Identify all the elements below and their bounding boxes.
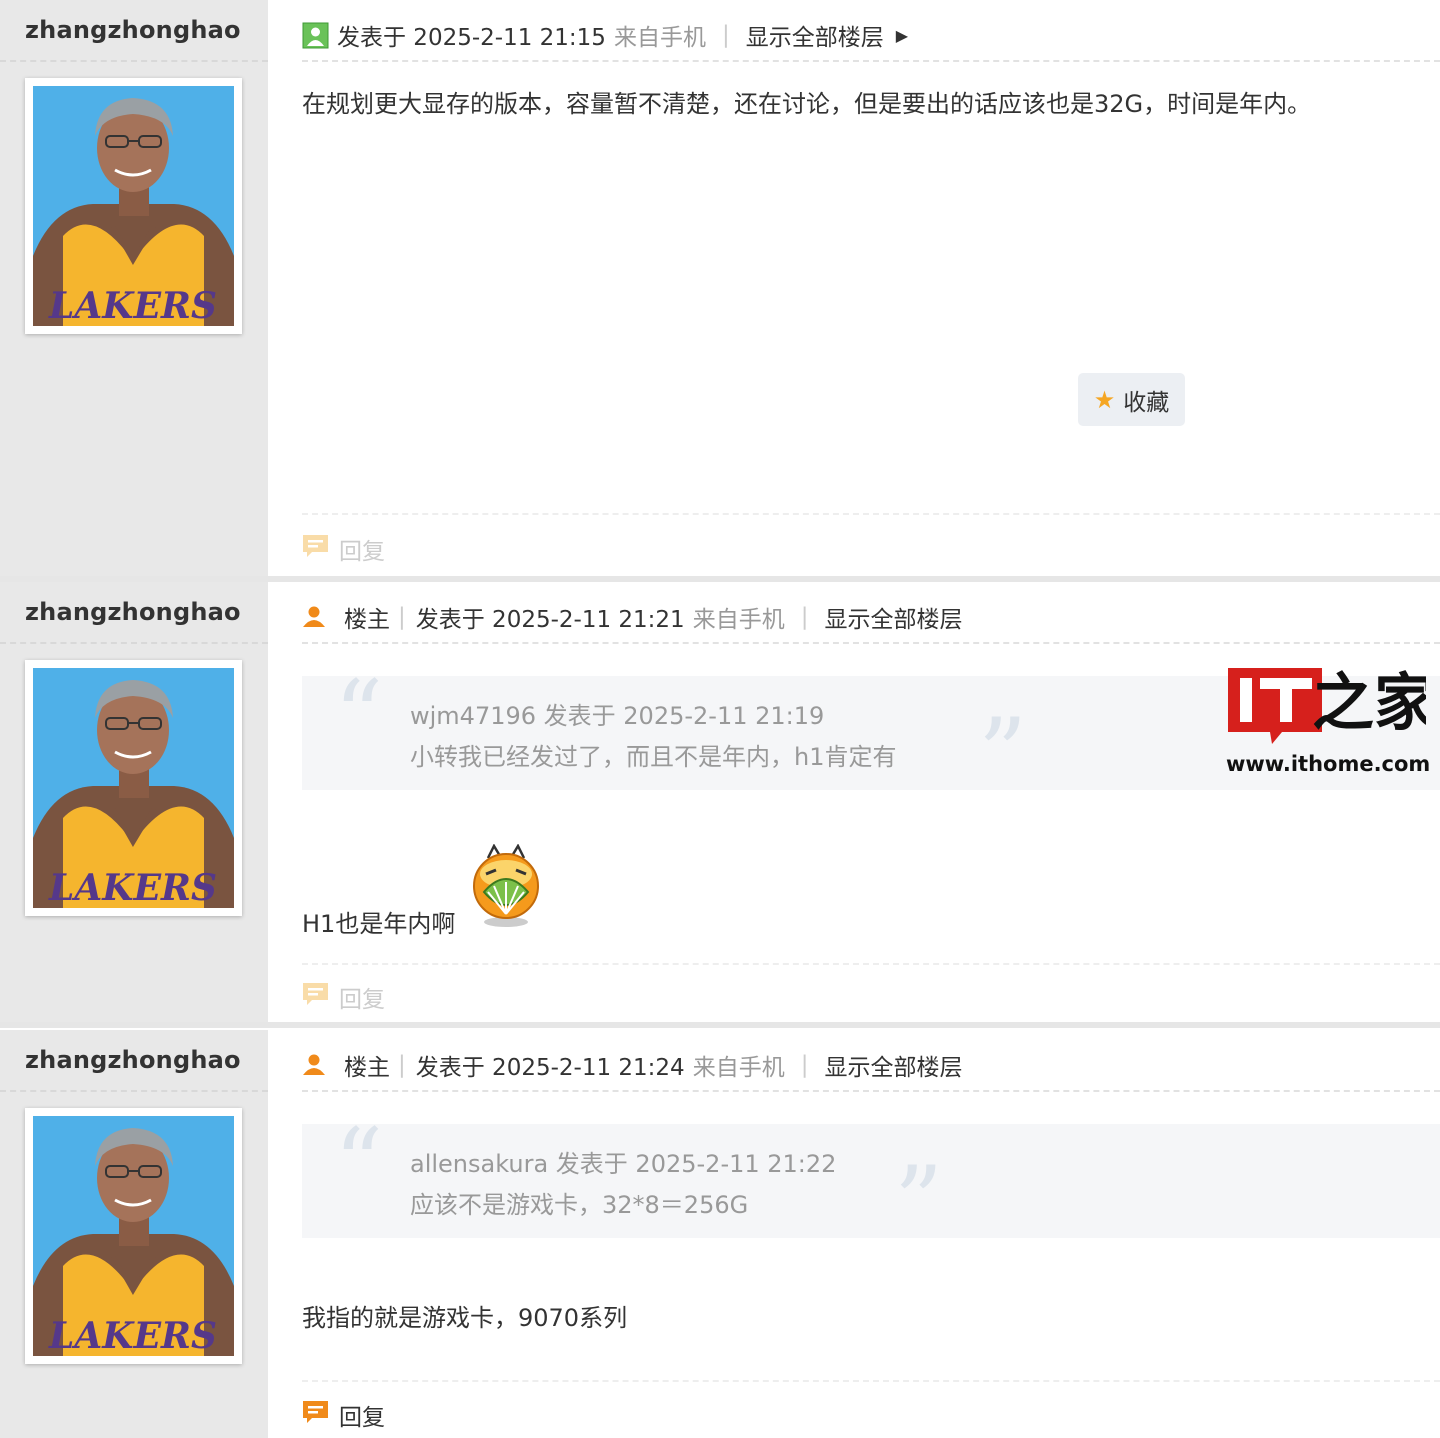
reply-label: 回复: [339, 539, 385, 565]
post-main: 楼主 | 发表于 2025-2-11 21:24 来自手机 | 显示全部楼层 “…: [302, 1030, 1440, 1438]
comment-icon: [302, 982, 329, 1012]
divider: [302, 642, 1440, 644]
quote-block: “ allensakura 发表于 2025-2-11 21:22 应该不是游戏…: [302, 1116, 1440, 1250]
show-all-floors-link[interactable]: 显示全部楼层: [824, 600, 962, 634]
svg-text:LAKERS: LAKERS: [48, 285, 217, 326]
post-source: 来自手机: [692, 1055, 785, 1081]
ithome-watermark: 之家 www.ithome.com: [1226, 666, 1436, 776]
post-source: 来自手机: [692, 607, 785, 633]
post-content: 在规划更大显存的版本，容量暂不清楚，还在讨论，但是要出的话应该也是32G，时间是…: [302, 90, 1312, 118]
author-name[interactable]: zhangzhonghao: [25, 598, 241, 626]
avatar[interactable]: LAKERS: [25, 78, 242, 334]
meta-separator: |: [721, 22, 730, 48]
op-badge: 楼主: [344, 607, 390, 633]
meta-separator: |: [398, 604, 406, 630]
meta-separator: |: [800, 1052, 809, 1078]
post-content: H1也是年内啊: [302, 910, 456, 938]
divider: [302, 513, 1440, 515]
close-quote-icon: ”: [894, 1146, 944, 1258]
person-icon: [302, 1053, 326, 1077]
svg-text:LAKERS: LAKERS: [48, 1315, 217, 1356]
post-main: 楼主 | 发表于 2025-2-11 21:21 来自手机 | 显示全部楼层 “…: [302, 582, 1440, 1022]
ithome-logo: 之家: [1228, 666, 1436, 744]
favorite-button[interactable]: ★ 收藏: [1078, 373, 1185, 426]
avatar-image: LAKERS: [33, 668, 234, 908]
divider: [302, 1090, 1440, 1092]
reply-label: 回复: [339, 1405, 385, 1431]
divider: [302, 1380, 1440, 1382]
post-2: zhangzhonghao LAKERS 楼主 | 发表于 2025-2-11 …: [0, 582, 1440, 1022]
svg-text:LAKERS: LAKERS: [48, 867, 217, 908]
avatar-image: LAKERS: [33, 86, 234, 326]
avatar-image: LAKERS: [33, 1116, 234, 1356]
divider: [0, 642, 268, 644]
post-3: zhangzhonghao LAKERS 楼主 | 发表于 2025-2-11 …: [0, 1030, 1440, 1438]
author-sidebar: zhangzhonghao LAKERS: [0, 1030, 268, 1438]
open-quote-icon: “: [334, 660, 384, 772]
post-source: 来自手机: [613, 25, 706, 51]
quote-header: wjm47196 发表于 2025-2-11 21:19: [410, 702, 825, 730]
quote-text: allensakura 发表于 2025-2-11 21:22 应该不是游戏卡，…: [410, 1144, 836, 1226]
divider: [302, 60, 1440, 62]
post-time: 发表于 2025-2-11 21:24: [415, 1055, 685, 1081]
triangle-right-icon[interactable]: ▶: [896, 26, 908, 45]
author-sidebar: zhangzhonghao LAKERS: [0, 582, 268, 1022]
quote-header: allensakura 发表于 2025-2-11 21:22: [410, 1150, 837, 1178]
quote-body: 应该不是游戏卡，32*8＝256G: [410, 1191, 749, 1219]
op-badge: 楼主: [344, 1055, 390, 1081]
post-meta: 楼主 | 发表于 2025-2-11 21:24 来自手机 | 显示全部楼层: [302, 1048, 962, 1082]
author-name[interactable]: zhangzhonghao: [25, 1046, 241, 1074]
comment-icon: [302, 1400, 329, 1430]
avatar[interactable]: LAKERS: [25, 660, 242, 916]
post-meta: 发表于 2025-2-11 21:15 来自手机 | 显示全部楼层 ▶: [302, 18, 908, 52]
meta-separator: |: [398, 1052, 406, 1078]
post-content: 我指的就是游戏卡，9070系列: [302, 1304, 628, 1332]
reply-button[interactable]: 回复: [302, 1398, 385, 1432]
post-meta: 楼主 | 发表于 2025-2-11 21:21 来自手机 | 显示全部楼层: [302, 600, 962, 634]
open-quote-icon: “: [334, 1108, 384, 1220]
post-time: 发表于 2025-2-11 21:15: [337, 25, 606, 51]
svg-text:之家: 之家: [1312, 666, 1426, 739]
watermark-url: www.ithome.com: [1226, 752, 1431, 776]
emoji-icon: [470, 843, 542, 932]
author-name[interactable]: zhangzhonghao: [25, 16, 241, 44]
post-separator: [0, 1022, 1440, 1028]
show-all-floors-link[interactable]: 显示全部楼层: [746, 18, 884, 52]
quote-body: 小转我已经发过了，而且不是年内，h1肯定有: [410, 743, 897, 771]
favorite-label: 收藏: [1123, 389, 1170, 416]
post-main: 发表于 2025-2-11 21:15 来自手机 | 显示全部楼层 ▶ 在规划更…: [302, 0, 1440, 576]
meta-separator: |: [800, 604, 809, 630]
reply-label: 回复: [339, 987, 385, 1013]
divider: [302, 963, 1440, 965]
close-quote-icon: ”: [978, 698, 1028, 810]
star-icon: ★: [1093, 385, 1116, 414]
post-time: 发表于 2025-2-11 21:21: [415, 607, 685, 633]
divider: [0, 1090, 268, 1092]
show-all-floors-link[interactable]: 显示全部楼层: [824, 1048, 962, 1082]
author-sidebar: zhangzhonghao LAKERS: [0, 0, 268, 576]
reply-button[interactable]: 回复: [302, 980, 385, 1014]
quote-text: wjm47196 发表于 2025-2-11 21:19 小转我已经发过了，而且…: [410, 696, 896, 778]
reply-button[interactable]: 回复: [302, 532, 385, 566]
online-status-icon: [302, 22, 329, 49]
person-icon: [302, 605, 326, 629]
post-1: zhangzhonghao LAKERS 发表于 2025-2-11 21:15…: [0, 0, 1440, 576]
avatar[interactable]: LAKERS: [25, 1108, 242, 1364]
comment-icon: [302, 534, 329, 564]
divider: [0, 60, 268, 62]
